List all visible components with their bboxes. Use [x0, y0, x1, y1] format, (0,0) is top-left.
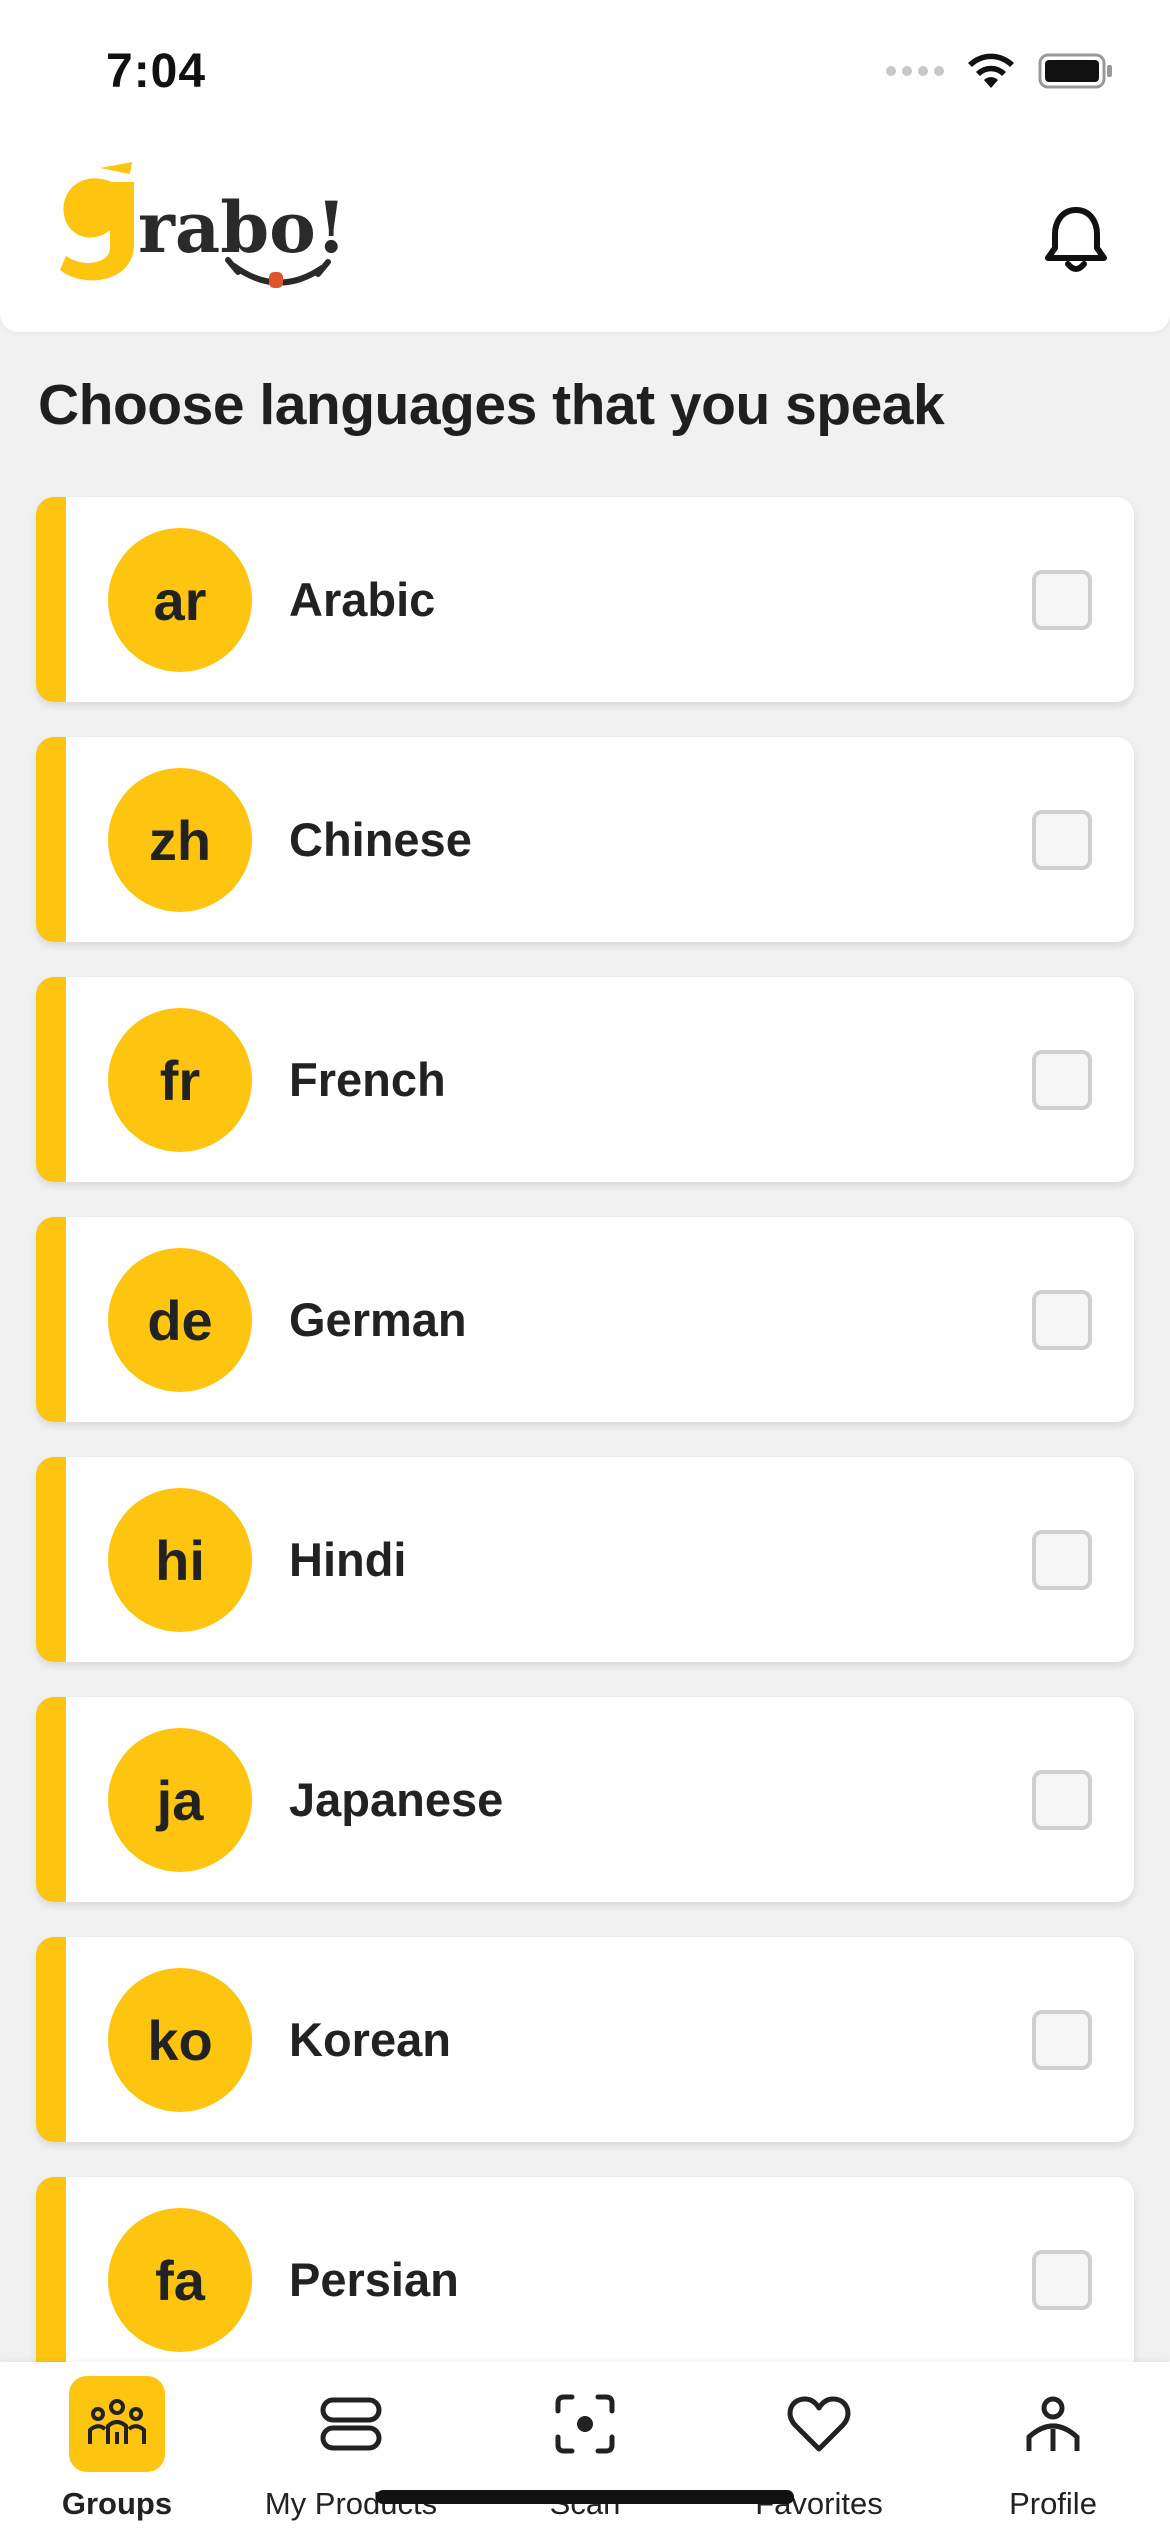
- svg-text:rabo!: rabo!: [138, 186, 347, 269]
- language-checkbox[interactable]: [1032, 1050, 1092, 1110]
- home-indicator: [376, 2490, 794, 2504]
- card-accent-bar: [36, 1217, 66, 1422]
- heart-icon: [771, 2376, 867, 2472]
- language-name: French: [289, 1053, 446, 1106]
- card-accent-bar: [36, 2177, 66, 2382]
- card-accent-bar: [36, 977, 66, 1182]
- language-name: Japanese: [289, 1773, 504, 1826]
- language-checkbox[interactable]: [1032, 2250, 1092, 2310]
- language-checkbox[interactable]: [1032, 1530, 1092, 1590]
- language-list: ar Arabic zh Chinese fr French de German hi Hindi…: [36, 497, 1134, 2417]
- scan-icon: [537, 2376, 633, 2472]
- battery-icon: [1038, 53, 1112, 89]
- language-code-avatar: fa: [108, 2208, 252, 2352]
- nav-item-profile[interactable]: Profile: [936, 2362, 1170, 2532]
- language-item[interactable]: de German: [36, 1217, 1134, 1422]
- language-name: Arabic: [289, 573, 436, 626]
- language-item[interactable]: ar Arabic: [36, 497, 1134, 702]
- language-code-avatar: hi: [108, 1488, 252, 1632]
- language-checkbox[interactable]: [1032, 2010, 1092, 2070]
- app-screen: 7:04 rabo! Choose languages that you spe…: [0, 0, 1170, 2532]
- language-checkbox[interactable]: [1032, 810, 1092, 870]
- card-accent-bar: [36, 1937, 66, 2142]
- language-item[interactable]: hi Hindi: [36, 1457, 1134, 1662]
- nav-item-groups[interactable]: Groups: [0, 2362, 234, 2532]
- language-code-avatar: fr: [108, 1008, 252, 1152]
- language-checkbox[interactable]: [1032, 570, 1092, 630]
- language-code-avatar: zh: [108, 768, 252, 912]
- nav-label: Groups: [61, 2486, 173, 2521]
- bottom-navigation: Groups My ProductsScanFavorites Profile: [0, 2362, 1170, 2532]
- groups-icon: [69, 2376, 165, 2472]
- card-accent-bar: [36, 737, 66, 942]
- nav-label: Profile: [1009, 2486, 1097, 2521]
- language-checkbox[interactable]: [1032, 1290, 1092, 1350]
- card-accent-bar: [36, 497, 66, 702]
- status-time: 7:04: [106, 45, 207, 98]
- language-name: Hindi: [289, 1533, 407, 1586]
- language-item[interactable]: ja Japanese: [36, 1697, 1134, 1902]
- language-item[interactable]: fr French: [36, 977, 1134, 1182]
- nav-item-favorites[interactable]: Favorites: [702, 2362, 936, 2532]
- bell-icon[interactable]: [1038, 202, 1114, 278]
- language-item[interactable]: fa Persian: [36, 2177, 1134, 2382]
- app-header: 7:04 rabo!: [0, 0, 1170, 332]
- products-icon: [303, 2376, 399, 2472]
- language-code-avatar: ar: [108, 528, 252, 672]
- cellular-signal-icon: [886, 66, 944, 76]
- language-code-avatar: ko: [108, 1968, 252, 2112]
- language-checkbox[interactable]: [1032, 1770, 1092, 1830]
- nav-item-scan[interactable]: Scan: [468, 2362, 702, 2532]
- status-icons: [886, 52, 1114, 90]
- page-title: Choose languages that you speak: [38, 373, 945, 437]
- language-item[interactable]: ko Korean: [36, 1937, 1134, 2142]
- grabo-logo[interactable]: rabo!: [52, 160, 372, 310]
- card-accent-bar: [36, 1697, 66, 1902]
- profile-icon: [1005, 2376, 1101, 2472]
- language-name: Chinese: [289, 813, 472, 866]
- language-item[interactable]: zh Chinese: [36, 737, 1134, 942]
- language-code-avatar: de: [108, 1248, 252, 1392]
- wifi-icon: [968, 53, 1014, 88]
- language-name: Persian: [289, 2253, 459, 2306]
- language-code-avatar: ja: [108, 1728, 252, 1872]
- language-name: Korean: [289, 2013, 451, 2066]
- language-name: German: [289, 1293, 467, 1346]
- card-accent-bar: [36, 1457, 66, 1662]
- nav-item-my-products[interactable]: My Products: [234, 2362, 468, 2532]
